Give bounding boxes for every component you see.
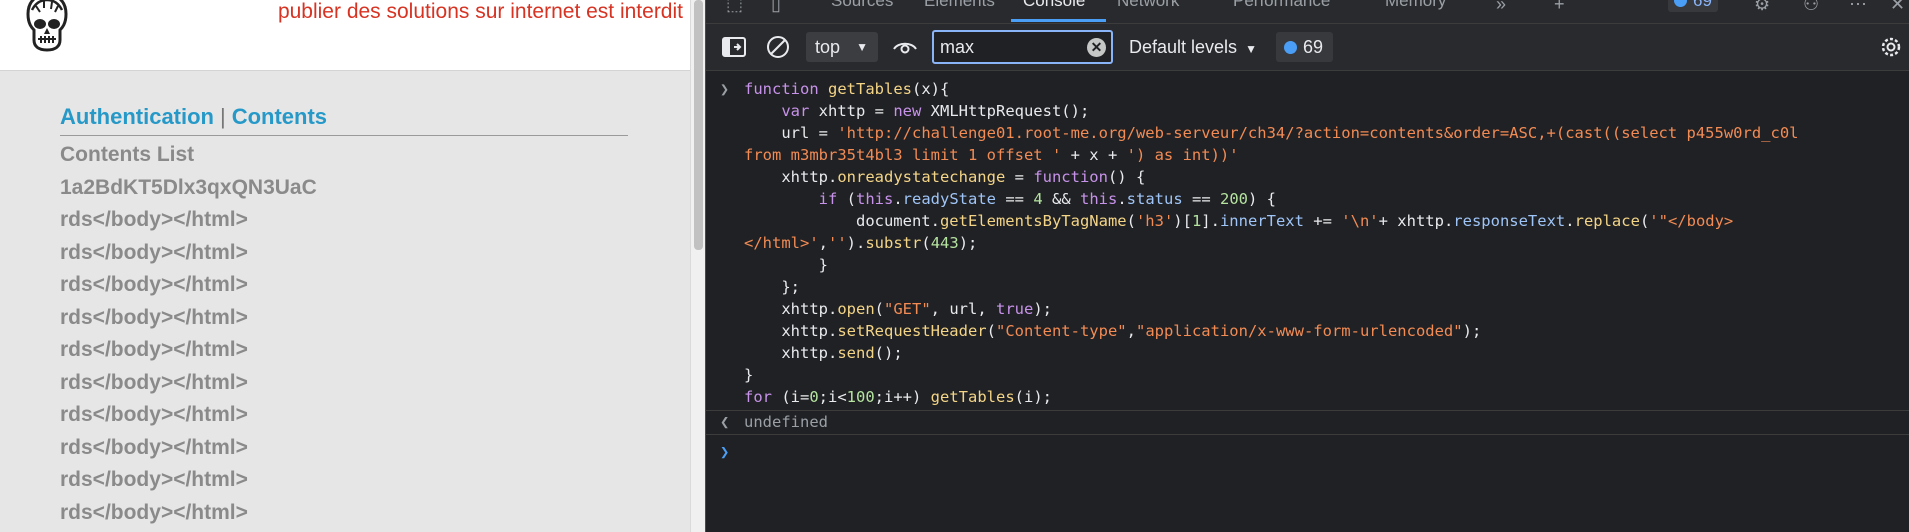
warning-text: publier des solutions sur internet est i… — [277, 0, 683, 23]
list-item: rds</body></html> — [60, 208, 248, 231]
list-item: rds</body></html> — [60, 468, 248, 491]
tab-console[interactable]: Console — [1023, 0, 1085, 11]
authentication-link[interactable]: Authentication — [60, 104, 214, 129]
clear-console-icon[interactable] — [764, 33, 792, 61]
list-item: rds</body></html> — [60, 305, 248, 329]
page-scroll-thumb[interactable] — [694, 0, 703, 250]
chevron-down-icon: ▼ — [856, 40, 868, 54]
console-input-prompt-icon[interactable]: ❯ — [720, 441, 729, 463]
context-select[interactable]: top ▼ — [806, 32, 878, 62]
list-item: rds</body></html> — [60, 370, 248, 394]
contents-list-title: Contents List — [60, 143, 195, 166]
device-toolbar-icon[interactable]: ▯ — [771, 0, 781, 14]
message-icon — [1674, 0, 1687, 7]
tab-performance[interactable]: Performance — [1233, 0, 1330, 11]
code-line: xhttp.onreadystatechange = function() { — [744, 168, 1146, 186]
chevron-right-icon: ❯ — [720, 80, 730, 98]
page-header: publier des solutions sur internet est i… — [0, 0, 690, 71]
page-scrollbar[interactable] — [690, 0, 706, 532]
console-code-entry[interactable]: function getTables(x){ var xhttp = new X… — [744, 78, 1894, 408]
sidebar-toggle-icon[interactable] — [720, 33, 748, 61]
list-item: rds</body></html> — [60, 240, 248, 264]
more-tabs-icon[interactable]: » — [1496, 0, 1506, 14]
console-result-row: ❮ undefined — [706, 410, 1909, 435]
code-line: } — [744, 256, 828, 274]
chevron-down-icon: ▼ — [1245, 42, 1257, 56]
inspect-element-icon[interactable]: ⬚ — [726, 0, 743, 14]
code-line: xhttp.send(); — [744, 344, 903, 362]
page-content: Authentication | Contents Contents List 1a… — [60, 102, 628, 529]
settings-icon[interactable]: ⚙ — [1754, 0, 1770, 14]
code-line: </html>','').substr(443); — [744, 234, 978, 252]
code-line: document.getElementsByTagName('h3')[1].i… — [744, 212, 1734, 230]
devtools-tab-bar: ⬚ ▯ Sources Elements Console Network Per… — [706, 0, 1909, 24]
list-item: rds</body></html> — [60, 273, 248, 296]
customize-icon[interactable]: ⚇ — [1803, 0, 1819, 14]
tab-network[interactable]: Network — [1117, 0, 1179, 11]
tab-memory[interactable]: Memory — [1385, 0, 1446, 11]
tab-elements[interactable]: Elements — [924, 0, 995, 11]
tab-sources[interactable]: Sources — [831, 0, 893, 11]
list-item: rds</body></html> — [60, 403, 248, 426]
code-line: function getTables(x){ — [744, 80, 950, 98]
code-line: var xhttp = new XMLHttpRequest(); — [781, 102, 1090, 120]
web-page: publier des solutions sur internet est i… — [0, 0, 690, 532]
message-icon — [1284, 41, 1297, 54]
add-tab-icon[interactable]: + — [1554, 0, 1565, 14]
code-line: } — [744, 366, 754, 384]
close-devtools-icon[interactable]: ✕ — [1890, 0, 1905, 14]
devtools-panel: ⬚ ▯ Sources Elements Console Network Per… — [705, 0, 1909, 532]
filter-input[interactable] — [940, 36, 1080, 58]
console-settings-icon[interactable] — [1877, 33, 1905, 61]
code-line: }; — [744, 278, 800, 296]
nav-separator: | — [220, 104, 226, 129]
active-tab-indicator — [1011, 19, 1106, 22]
clear-filter-icon[interactable]: ✕ — [1087, 38, 1106, 57]
live-expression-eye-icon[interactable] — [891, 33, 919, 61]
log-levels-dropdown[interactable]: Default levels ▼ — [1129, 34, 1257, 62]
top-issues-badge[interactable]: 69 — [1668, 0, 1718, 12]
list-item: rds</body></html> — [60, 500, 248, 524]
skull-logo-icon[interactable] — [22, 0, 72, 56]
code-line: if (this.readyState == 4 && this.status … — [818, 190, 1276, 208]
code-line: xhttp.open("GET", url, true); — [744, 300, 1052, 318]
contents-link[interactable]: Contents — [232, 104, 327, 129]
contents-list: Contents List 1a2BdKT5Dlx3qxQN3UaC rds</… — [60, 139, 628, 529]
console-output[interactable]: ❯ function getTables(x){ var xhttp = new… — [706, 71, 1909, 532]
list-item: rds</body></html> — [60, 435, 248, 459]
more-options-icon[interactable]: ⋯ — [1849, 0, 1867, 14]
chevron-left-icon: ❮ — [720, 413, 730, 431]
issues-counter-button[interactable]: 69 — [1276, 32, 1334, 62]
code-line: for (i=0;i<100;i++) getTables(i); — [744, 388, 1052, 406]
code-line: from m3mbr35t4bl3 limit 1 offset ' + x +… — [744, 146, 1239, 164]
code-line: xhttp.setRequestHeader("Content-type","a… — [744, 322, 1482, 340]
result-value: undefined — [744, 413, 828, 431]
filter-box[interactable]: ✕ — [932, 30, 1113, 64]
list-item: 1a2BdKT5Dlx3qxQN3UaC — [60, 175, 317, 199]
list-item: rds</body></html> — [60, 338, 248, 361]
console-toolbar: top▼ ✕ Default levels▼ 69 — [706, 24, 1909, 71]
page-nav: Authentication | Contents — [60, 102, 628, 136]
code-line: url = 'http://challenge01.root-me.org/we… — [744, 124, 1799, 142]
